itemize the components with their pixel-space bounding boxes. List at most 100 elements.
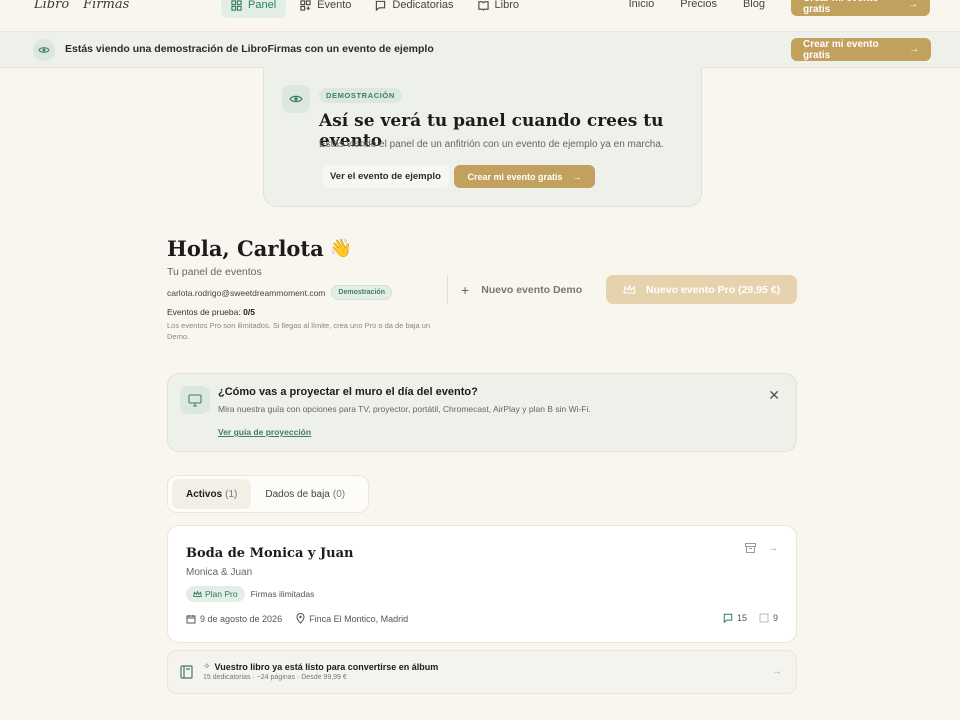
greeting-title: Hola, Carlota 👋: [167, 236, 352, 261]
plan-note: Firmas ilimitadas: [250, 589, 315, 599]
tab-libro-label: Libro: [494, 0, 519, 11]
plan-badge-label: Plan Pro: [205, 589, 238, 599]
projection-desc: Mira nuestra guía con opciones para TV, …: [218, 404, 591, 414]
user-email: carlota.rodrigo@sweetdreammoment.com: [167, 287, 326, 298]
tab-panel-label: Panel: [248, 0, 277, 11]
event-place: Finca El Montico, Madrid: [296, 613, 408, 624]
tab-dedicatorias[interactable]: Dedicatorias: [365, 0, 463, 18]
tab-inactive-label: Dados de baja: [265, 488, 330, 500]
calendar-icon: [186, 614, 196, 623]
album-title-text: Vuestro libro ya está listo para convert…: [214, 661, 439, 672]
hero-subtitle: Estás viendo el panel de un anfitrión co…: [319, 139, 664, 150]
tab-dedicatorias-label: Dedicatorias: [392, 0, 454, 11]
top-nav: Libro Firmas Panel Evento Dedicatorias L…: [0, 0, 960, 32]
album-book-icon: [180, 665, 193, 679]
plus-icon: +: [461, 282, 470, 298]
event-actions: →: [745, 543, 778, 556]
nav-create-event-button[interactable]: Crear mi evento gratis →: [791, 0, 930, 16]
event-meta: 9 de agosto de 2026 Finca El Montico, Ma…: [186, 613, 408, 624]
view-example-event-button[interactable]: Ver el evento de ejemplo: [322, 165, 449, 188]
photos-stat: 9: [759, 613, 778, 623]
wave-icon: 👋: [329, 238, 353, 259]
trial-value: 0/5: [243, 307, 255, 317]
messages-stat: 15: [723, 613, 747, 623]
sparkle-icon: ✧: [203, 661, 211, 671]
event-date: 9 de agosto de 2026: [186, 614, 282, 624]
plan-badge: Plan Pro: [186, 586, 245, 602]
eye-icon: [33, 39, 55, 61]
archive-icon[interactable]: [745, 543, 756, 556]
trial-counter: Eventos de prueba: 0/5: [167, 307, 255, 317]
greeting-text: Hola, Carlota: [167, 236, 324, 261]
event-card[interactable]: Boda de Monica y Juan Monica & Juan Plan…: [167, 525, 797, 643]
album-sub: 15 dedicatorias · ~24 páginas · Desde 99…: [203, 674, 347, 681]
banner-create-event-label: Crear mi evento gratis: [803, 38, 879, 61]
eye-icon: [282, 85, 310, 113]
event-stats: 15 9: [723, 613, 778, 623]
tab-evento[interactable]: Evento: [290, 0, 361, 18]
nav-tabs: Panel Evento Dedicatorias Libro: [221, 0, 529, 18]
projection-guide-link[interactable]: Ver guía de proyección: [218, 427, 311, 437]
monitor-icon: [180, 386, 210, 414]
arrow-right-icon: →: [909, 44, 919, 55]
nav-link-inicio[interactable]: Inicio: [629, 0, 655, 10]
event-couple: Monica & Juan: [186, 567, 253, 578]
event-plan: Plan Pro Firmas ilimitadas: [186, 586, 314, 602]
account-row: carlota.rodrigo@sweetdreammoment.com Dem…: [167, 285, 393, 300]
view-example-event-label: Ver el evento de ejemplo: [330, 171, 441, 182]
event-title: Boda de Monica y Juan: [186, 546, 354, 561]
nav-link-precios[interactable]: Precios: [680, 0, 717, 10]
album-title: ✧ Vuestro libro ya está listo para conve…: [203, 661, 438, 672]
grid-icon: [231, 0, 242, 11]
logo-right: Firmas: [83, 0, 130, 12]
trial-label: Eventos de prueba:: [167, 307, 241, 317]
nav-right: Inicio Precios Blog Crear mi evento grat…: [629, 0, 930, 16]
nav-link-blog[interactable]: Blog: [743, 0, 765, 10]
chat-icon: [723, 613, 733, 623]
tab-active[interactable]: Activos (1): [172, 479, 252, 509]
new-pro-event-label: Nuevo evento Pro (29,95 €): [645, 283, 781, 296]
tab-active-count: (1): [225, 488, 238, 500]
location-pin-icon: [296, 613, 305, 624]
grid-plus-icon: [300, 0, 311, 11]
event-place-text: Finca El Montico, Madrid: [309, 613, 409, 624]
tab-panel[interactable]: Panel: [221, 0, 287, 18]
tab-libro[interactable]: Libro: [468, 0, 529, 18]
arrow-right-icon: →: [772, 666, 782, 677]
crown-icon: [193, 590, 202, 597]
new-demo-event-button[interactable]: + Nuevo evento Demo: [447, 276, 596, 304]
event-date-text: 9 de agosto de 2026: [200, 613, 283, 624]
crown-icon: [623, 284, 636, 294]
messages-count: 15: [736, 613, 747, 623]
greeting-subtitle: Tu panel de eventos: [167, 266, 262, 278]
demo-tag: DEMOSTRACIÓN: [319, 88, 402, 103]
hero-create-event-label: Crear mi evento gratis: [467, 171, 563, 182]
tab-evento-label: Evento: [317, 0, 352, 11]
album-promo[interactable]: ✧ Vuestro libro ya está listo para conve…: [167, 650, 797, 694]
new-pro-event-button[interactable]: Nuevo evento Pro (29,95 €): [606, 275, 797, 304]
tab-inactive[interactable]: Dados de baja (0): [251, 479, 359, 509]
demo-hero-card: DEMOSTRACIÓN Así se verá tu panel cuando…: [263, 67, 702, 207]
arrow-right-icon: →: [908, 0, 918, 10]
logo-left: Libro: [34, 0, 70, 12]
logo[interactable]: Libro Firmas: [34, 0, 129, 12]
new-demo-event-label: Nuevo evento Demo: [481, 284, 583, 296]
hero-create-event-button[interactable]: Crear mi evento gratis →: [454, 165, 595, 188]
event-tabs: Activos (1) Dados de baja (0): [167, 475, 369, 513]
nav-create-event-label: Crear mi evento gratis: [803, 0, 879, 15]
image-icon: [759, 613, 769, 623]
trial-note: Los eventos Pro son ilimitados. Si llega…: [167, 321, 431, 341]
projection-title: ¿Cómo vas a proyectar el muro el día del…: [218, 386, 478, 398]
chat-icon: [376, 0, 386, 11]
banner-create-event-button[interactable]: Crear mi evento gratis →: [791, 38, 931, 61]
photos-count: 9: [772, 613, 778, 623]
demo-banner-text: Estás viendo una demostración de LibroFi…: [65, 43, 434, 55]
demo-banner: Estás viendo una demostración de LibroFi…: [0, 32, 960, 68]
demo-badge: Demostración: [331, 285, 393, 300]
arrow-right-icon: →: [572, 171, 582, 182]
close-icon[interactable]: ✕: [768, 387, 780, 404]
book-icon: [477, 0, 489, 11]
tab-active-label: Activos: [186, 488, 223, 500]
tab-inactive-count: (0): [332, 488, 346, 500]
arrow-right-icon[interactable]: →: [768, 543, 778, 556]
